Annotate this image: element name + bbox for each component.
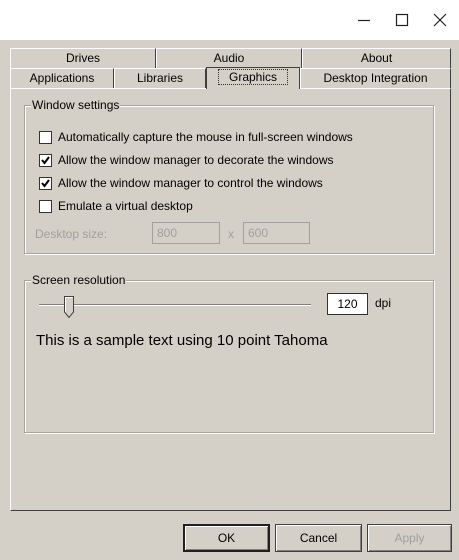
group-title: Screen resolution — [31, 273, 127, 287]
checkmark-icon — [41, 155, 50, 165]
title-bar — [0, 0, 459, 40]
desktop-height-input[interactable]: 600 — [243, 222, 310, 244]
dpi-unit-label: dpi — [375, 296, 392, 310]
check-label: Emulate a virtual desktop — [58, 199, 193, 213]
maximize-icon — [395, 13, 409, 27]
desktop-size-label: Desktop size: — [35, 227, 108, 241]
screen-resolution-group: Screen resolution 120 dpi This is a samp… — [24, 273, 434, 433]
tab-label: Drives — [65, 51, 100, 65]
tab-audio[interactable]: Audio — [156, 48, 302, 68]
tab-label: About — [360, 51, 393, 65]
capture-mouse-checkbox[interactable] — [39, 130, 52, 144]
tab-applications[interactable]: Applications — [10, 68, 114, 88]
minimize-icon — [358, 19, 370, 22]
maximize-button[interactable] — [383, 0, 421, 40]
checkmark-icon — [41, 178, 50, 188]
dpi-input[interactable]: 120 — [327, 293, 368, 315]
virtual-desktop-option[interactable]: Emulate a virtual desktop — [39, 198, 193, 214]
wine-configuration-window: Drives Audio About Applications Librarie… — [0, 0, 459, 560]
tab-label: Audio — [213, 51, 245, 65]
dpi-slider-thumb[interactable] — [64, 296, 74, 319]
tab-drives[interactable]: Drives — [10, 48, 156, 68]
sample-text: This is a sample text using 10 point Tah… — [36, 332, 328, 349]
cancel-button[interactable]: Cancel — [275, 524, 362, 552]
check-label: Allow the window manager to decorate the… — [58, 153, 334, 167]
ok-button[interactable]: OK — [183, 524, 270, 552]
control-windows-checkbox[interactable] — [39, 176, 52, 190]
check-label: Automatically capture the mouse in full-… — [58, 130, 353, 144]
group-title: Window settings — [31, 98, 121, 112]
virtual-desktop-checkbox[interactable] — [39, 199, 52, 213]
check-label: Allow the window manager to control the … — [58, 176, 323, 190]
tab-libraries[interactable]: Libraries — [114, 68, 206, 88]
minimize-button[interactable] — [345, 0, 383, 40]
apply-button[interactable]: Apply — [367, 524, 452, 552]
capture-mouse-option[interactable]: Automatically capture the mouse in full-… — [39, 129, 353, 145]
tab-label: Graphics — [217, 69, 289, 85]
control-windows-option[interactable]: Allow the window manager to control the … — [39, 175, 323, 191]
close-button[interactable] — [421, 0, 459, 40]
tab-label: Applications — [29, 71, 95, 85]
tab-graphics[interactable]: Graphics — [206, 67, 300, 89]
desktop-size-separator: x — [228, 227, 234, 241]
dpi-slider-track[interactable] — [39, 304, 311, 306]
tab-about[interactable]: About — [302, 48, 451, 68]
slider-thumb-icon — [64, 296, 74, 319]
decorate-windows-option[interactable]: Allow the window manager to decorate the… — [39, 152, 333, 168]
graphics-tab-panel: Window settings Automatically capture th… — [10, 88, 451, 511]
desktop-width-input[interactable]: 800 — [152, 222, 220, 244]
decorate-windows-checkbox[interactable] — [39, 153, 52, 167]
tab-label: Libraries — [136, 71, 184, 85]
tab-desktop-integration[interactable]: Desktop Integration — [300, 68, 451, 88]
window-settings-group: Window settings Automatically capture th… — [24, 98, 434, 254]
tab-label: Desktop Integration — [323, 71, 428, 85]
close-icon — [433, 13, 447, 27]
